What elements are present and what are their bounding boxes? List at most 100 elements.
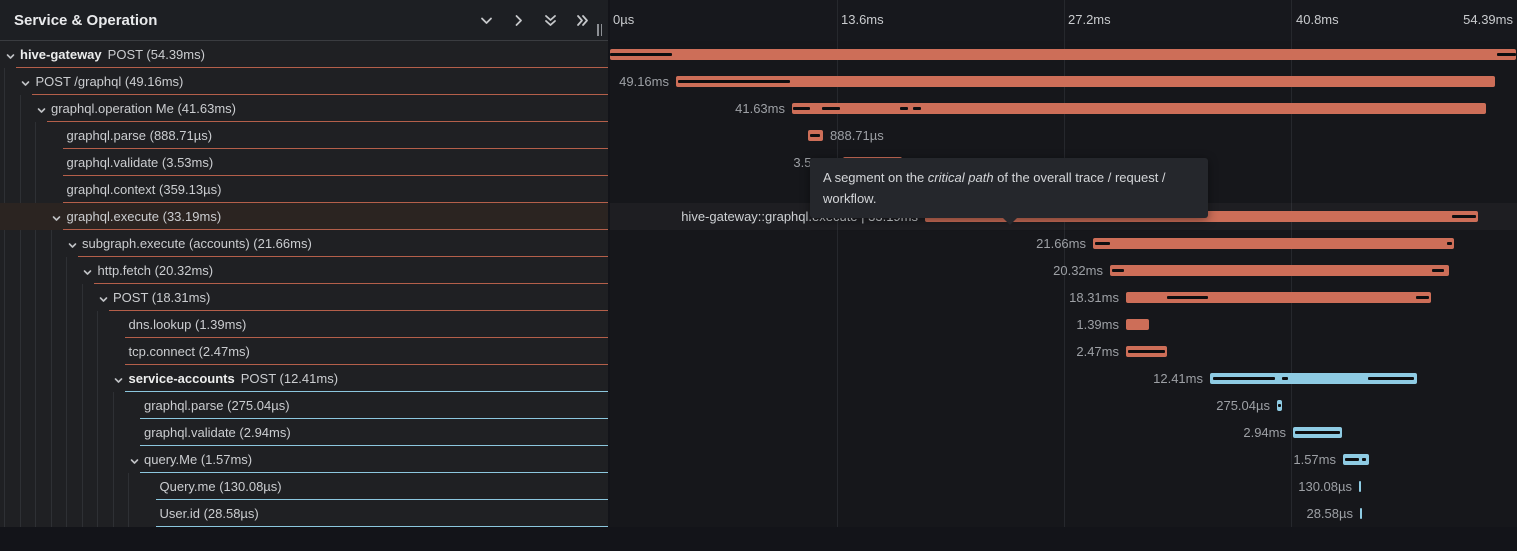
span-operation-label: service-accountsPOST (12.41ms) [129,365,339,392]
expand-one-icon[interactable] [511,13,526,28]
critical-path-segment[interactable] [1416,296,1429,299]
critical-path-segment[interactable] [1213,377,1275,380]
span-operation-label: tcp.connect (2.47ms) [129,338,250,365]
span-operation-label: Query.me (130.08µs) [160,473,282,500]
critical-path-segment[interactable] [1362,458,1366,461]
span-bar[interactable] [1343,454,1369,465]
span-row[interactable]: User.id (28.58µs) [0,500,608,527]
critical-path-segment[interactable] [610,53,672,56]
span-bar[interactable] [1277,400,1282,411]
tooltip-text-prefix: A segment on the [823,170,928,185]
span-row[interactable]: graphql.execute (33.19ms) [0,203,608,230]
critical-path-segment[interactable] [1128,350,1165,353]
critical-path-segment[interactable] [810,134,820,137]
critical-path-segment[interactable] [1278,404,1281,407]
span-bar[interactable] [610,49,1516,60]
critical-path-segment[interactable] [1295,431,1340,434]
span-row[interactable]: graphql.validate (3.53ms) [0,149,608,176]
critical-path-segment[interactable] [822,107,840,110]
span-operation-label: graphql.validate (3.53ms) [67,149,214,176]
span-operation-label: graphql.context (359.13µs) [67,176,222,203]
timeline-tick-label: 27.2ms [1068,0,1111,40]
critical-path-segment[interactable] [1167,296,1208,299]
span-operation-label: User.id (28.58µs) [160,500,259,527]
critical-path-segment[interactable] [913,107,921,110]
span-row[interactable]: dns.lookup (1.39ms) [0,311,608,338]
expand-chevron-icon[interactable] [98,292,109,303]
span-bar[interactable] [1126,292,1431,303]
span-operation-label: subgraph.execute (accounts) (21.66ms) [82,230,312,257]
span-row[interactable]: graphql.operation Me (41.63ms) [0,95,608,122]
critical-path-segment[interactable] [678,80,790,83]
critical-path-segment[interactable] [1452,215,1476,218]
span-row[interactable]: subgraph.execute (accounts) (21.66ms) [0,230,608,257]
span-row[interactable]: graphql.validate (2.94ms) [0,419,608,446]
timeline-tick-label: 54.39ms [1463,0,1513,40]
span-bar[interactable] [808,130,823,141]
span-row[interactable]: http.fetch (20.32ms) [0,257,608,284]
span-bar[interactable] [1110,265,1449,276]
timeline-tick-label: 0µs [613,0,634,40]
expand-chevron-icon[interactable] [20,76,31,87]
span-row[interactable]: POST /graphql (49.16ms) [0,68,608,95]
critical-path-segment[interactable] [1497,53,1516,56]
span-row[interactable]: graphql.parse (888.71µs) [0,122,608,149]
span-operation-label: POST (18.31ms) [113,284,210,311]
collapse-all-icon[interactable] [543,13,558,28]
trace-viewer: 0µs 13.6ms 27.2ms 40.8ms 54.39ms Service & O… [0,0,1517,551]
span-row[interactable]: hive-gatewayPOST (54.39ms) [0,41,608,68]
span-operation-label: graphql.parse (275.04µs) [144,392,290,419]
expand-chevron-icon[interactable] [36,103,47,114]
panel-resize-handle[interactable] [597,24,604,36]
span-row[interactable]: tcp.connect (2.47ms) [0,338,608,365]
critical-path-segment[interactable] [1368,377,1414,380]
span-row[interactable]: query.Me (1.57ms) [0,446,608,473]
tree-toolbar [479,0,590,40]
span-row[interactable]: POST (18.31ms) [0,284,608,311]
span-bar[interactable] [1210,373,1417,384]
span-operation-label: dns.lookup (1.39ms) [129,311,247,338]
timeline-tick-label: 13.6ms [841,0,884,40]
critical-path-segment[interactable] [1112,269,1124,272]
span-bar[interactable] [1126,319,1149,330]
span-operation-label: graphql.operation Me (41.63ms) [51,95,236,122]
critical-path-segment[interactable] [793,107,810,110]
span-operation-label: http.fetch (20.32ms) [98,257,214,284]
expand-chevron-icon[interactable] [82,265,93,276]
critical-path-segment[interactable] [1345,458,1359,461]
span-row[interactable]: service-accountsPOST (12.41ms) [0,365,608,392]
expand-chevron-icon[interactable] [51,211,62,222]
span-operation-label: graphql.parse (888.71µs) [67,122,213,149]
critical-path-segment[interactable] [1095,242,1110,245]
span-bar[interactable] [1126,346,1167,357]
span-tree-header: Service & Operation [0,0,608,41]
span-tree: hive-gatewayPOST (54.39ms)POST /graphql … [0,41,608,527]
critical-path-segment[interactable] [1447,242,1452,245]
critical-path-segment[interactable] [1432,269,1444,272]
span-row-separator [156,526,609,527]
expand-chevron-icon[interactable] [129,454,140,465]
expand-all-icon[interactable] [575,13,590,28]
span-operation-label: hive-gatewayPOST (54.39ms) [20,41,205,68]
expand-chevron-icon[interactable] [67,238,78,249]
collapse-one-icon[interactable] [479,13,494,28]
span-bar[interactable] [1359,481,1361,492]
span-bar[interactable] [1360,508,1362,519]
span-bar[interactable] [1093,238,1454,249]
expand-chevron-icon[interactable] [113,373,124,384]
span-service-name: hive-gateway [20,47,102,62]
span-operation-label: graphql.execute (33.19ms) [67,203,222,230]
expand-chevron-icon[interactable] [5,49,16,60]
critical-path-tooltip: A segment on the critical path of the ov… [810,158,1208,218]
panel-title: Service & Operation [14,12,157,29]
span-row[interactable]: graphql.context (359.13µs) [0,176,608,203]
span-operation-label: query.Me (1.57ms) [144,446,252,473]
span-row[interactable]: graphql.parse (275.04µs) [0,392,608,419]
timeline-tick-label: 40.8ms [1296,0,1339,40]
critical-path-segment[interactable] [900,107,908,110]
critical-path-segment[interactable] [1282,377,1288,380]
span-bar[interactable] [1293,427,1342,438]
span-bar[interactable] [792,103,1486,114]
span-bar[interactable] [676,76,1495,87]
span-row[interactable]: Query.me (130.08µs) [0,473,608,500]
